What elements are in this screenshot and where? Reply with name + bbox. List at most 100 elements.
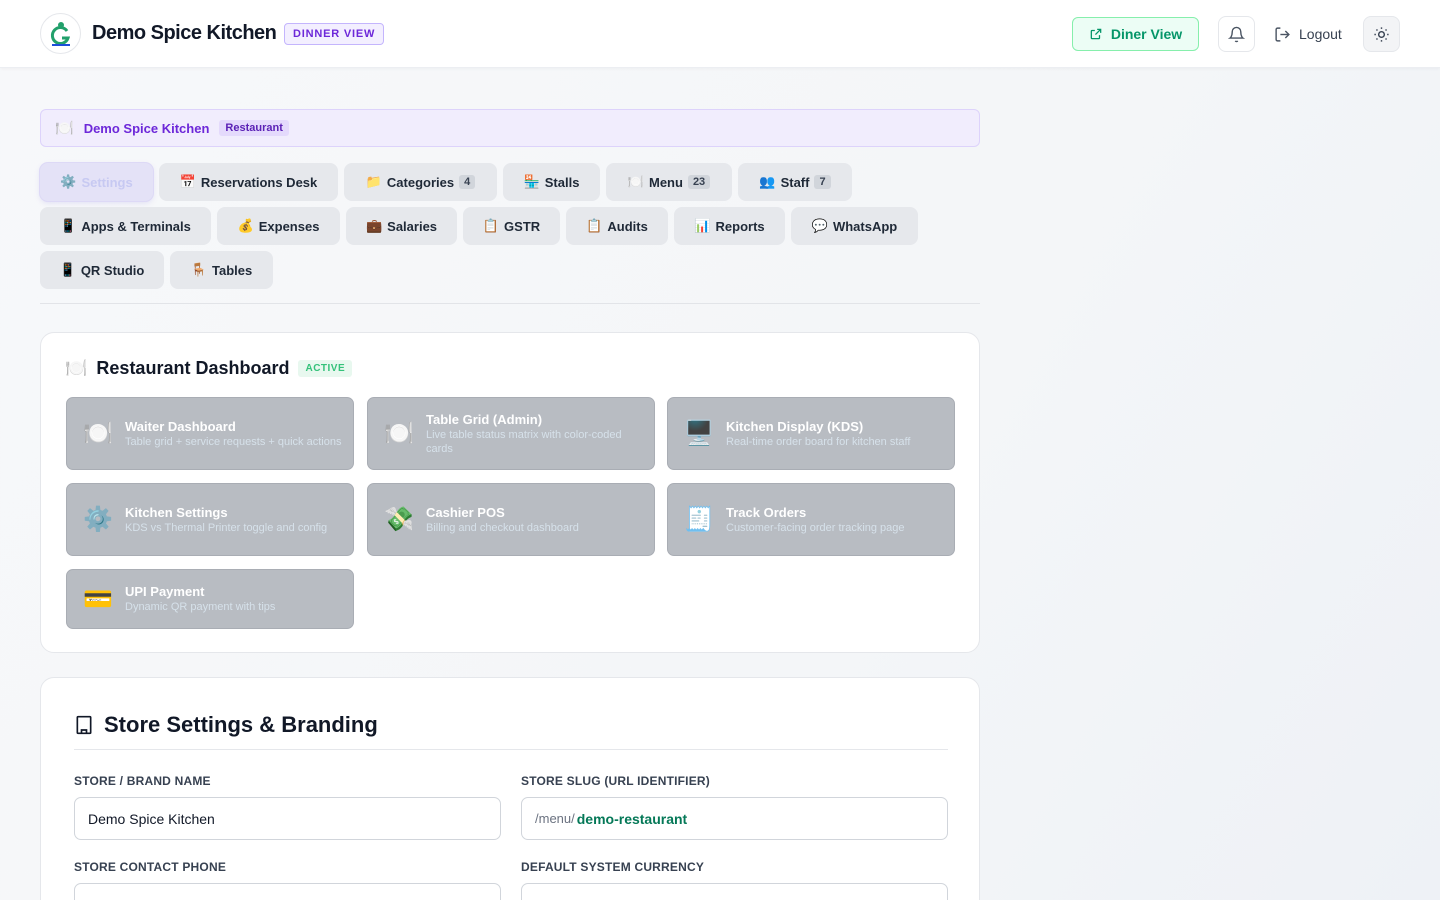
store-title: Demo Spice Kitchen — [92, 22, 277, 44]
tab-label: Reports — [715, 218, 765, 234]
tab-menu[interactable]: 🍽️ Menu 23 — [606, 163, 732, 201]
tab-staff[interactable]: 👥 Staff 7 — [738, 163, 852, 201]
tab-expenses[interactable]: 💰 Expenses — [217, 207, 340, 245]
brand-name-input[interactable]: Demo Spice Kitchen — [74, 797, 501, 840]
tab-label: Categories — [386, 174, 455, 190]
tab-label: Reservations Desk — [200, 174, 318, 190]
tab-reservations-desk[interactable]: 📅 Reservations Desk — [159, 163, 338, 201]
restaurant-dashboard-card: 🍽️ Restaurant Dashboard ACTIVE 🍽️ Waiter… — [40, 332, 980, 653]
receipt-icon: 🧾 — [684, 506, 714, 533]
slug-value: demo-restaurant — [576, 810, 688, 827]
tile-table-grid-admin[interactable]: 🍽️ Table Grid (Admin) Live table status … — [367, 397, 655, 470]
tab-label: Tables — [211, 262, 253, 278]
status-badge: ACTIVE — [298, 360, 353, 377]
tab-settings[interactable]: ⚙️ Settings — [40, 163, 153, 201]
tab-label: Menu — [648, 174, 683, 190]
tile-title: Kitchen Display (KDS) — [726, 418, 864, 434]
tabs-divider — [40, 303, 980, 304]
tile-title: Kitchen Settings — [125, 504, 228, 520]
tab-label: Salaries — [387, 218, 438, 234]
gear-icon: ⚙️ — [83, 506, 113, 533]
tile-kitchen-settings[interactable]: ⚙️ Kitchen Settings KDS vs Thermal Print… — [66, 483, 354, 556]
calendar-icon: 📅 — [179, 174, 196, 189]
tab-label: WhatsApp — [832, 218, 898, 234]
store-slug-input[interactable]: /menu/ demo-restaurant — [521, 797, 948, 840]
money-wings-icon: 💸 — [384, 506, 414, 533]
bell-icon — [1228, 26, 1245, 42]
tab-gstr[interactable]: 📋 GSTR — [463, 207, 560, 245]
gear-icon: ⚙️ — [60, 174, 77, 189]
contact-phone-label: STORE CONTACT PHONE — [74, 860, 227, 874]
currency-label: DEFAULT SYSTEM CURRENCY — [521, 860, 705, 874]
tile-description: Customer-facing order tracking page — [726, 521, 905, 534]
briefcase-icon: 💼 — [365, 218, 383, 233]
slug-prefix: /menu/ — [535, 811, 575, 826]
tile-description: Live table status matrix with color-code… — [426, 428, 622, 455]
tab-label: Settings — [81, 174, 133, 190]
contact-phone-input[interactable] — [74, 883, 501, 900]
tab-reports[interactable]: 📊 Reports — [674, 207, 785, 245]
tab-count-badge: 7 — [814, 175, 831, 189]
section-divider — [74, 749, 948, 750]
tile-cashier-pos[interactable]: 💸 Cashier POS Billing and checkout dashb… — [367, 483, 655, 556]
tile-description: KDS vs Thermal Printer toggle and config — [125, 521, 328, 534]
folder-icon: 📁 — [365, 174, 382, 189]
tab-count-badge: 4 — [459, 175, 476, 189]
diner-view-button[interactable]: Diner View — [1072, 17, 1199, 51]
tab-stalls[interactable]: 🏪 Stalls — [503, 163, 600, 201]
tab-whatsapp[interactable]: 💬 WhatsApp — [791, 207, 918, 245]
notifications-button[interactable] — [1218, 16, 1255, 52]
tab-audits[interactable]: 📋 Audits — [566, 207, 668, 245]
tab-count-badge: 23 — [687, 175, 711, 189]
tile-description: Billing and checkout dashboard — [426, 521, 579, 534]
dashboard-header: 🍽️ Restaurant Dashboard ACTIVE — [65, 358, 353, 379]
tab-label: GSTR — [504, 218, 541, 234]
credit-card-icon: 💳 — [83, 585, 113, 613]
tab-tables[interactable]: 🪑 Tables — [170, 251, 273, 289]
store-settings-title: Store Settings & Branding — [104, 712, 378, 737]
currency-select[interactable] — [521, 883, 948, 900]
tile-description: Table grid + service requests + quick ac… — [125, 435, 342, 448]
tab-label: Stalls — [544, 174, 580, 190]
external-link-icon — [1090, 28, 1102, 40]
logout-icon — [1275, 26, 1290, 42]
logout-button[interactable]: Logout — [1274, 22, 1342, 46]
tab-label: QR Studio — [80, 262, 145, 278]
store-slug-label: STORE SLUG (URL IDENTIFIER) — [521, 774, 710, 788]
logo-mark-icon — [50, 21, 70, 46]
tile-upi-payment[interactable]: 💳 UPI Payment Dynamic QR payment with ti… — [66, 569, 354, 629]
dashboard-title: Restaurant Dashboard — [96, 358, 290, 378]
tab-categories[interactable]: 📁 Categories 4 — [344, 163, 497, 201]
money-bag-icon: 💰 — [237, 218, 254, 233]
bar-chart-icon: 📊 — [694, 218, 711, 233]
tab-label: Apps & Terminals — [81, 218, 191, 234]
brand-logo — [40, 13, 81, 54]
plate-icon: 🍽️ — [55, 120, 74, 137]
tile-waiter-dashboard[interactable]: 🍽️ Waiter Dashboard Table grid + service… — [66, 397, 354, 470]
tab-label: Audits — [607, 218, 648, 234]
view-mode-badge: DINNER VIEW — [284, 23, 385, 45]
tile-title: UPI Payment — [125, 584, 205, 599]
brand-name-label: STORE / BRAND NAME — [74, 774, 211, 788]
plate-icon: 🍽️ — [65, 358, 88, 378]
tab-apps-terminals[interactable]: 📱 Apps & Terminals — [40, 207, 211, 245]
plate-icon: 🍽️ — [83, 420, 113, 447]
tab-qr-studio[interactable]: 📱 QR Studio — [40, 251, 164, 289]
theme-toggle-button[interactable] — [1363, 16, 1400, 52]
tile-kitchen-display[interactable]: 🖥️ Kitchen Display (KDS) Real-time order… — [667, 397, 955, 470]
tile-title: Track Orders — [726, 504, 807, 520]
tile-title: Table Grid (Admin) — [426, 411, 543, 427]
restaurant-banner: 🍽️ Demo Spice Kitchen Restaurant — [40, 109, 980, 147]
chair-icon: 🪑 — [190, 262, 207, 277]
tile-track-orders[interactable]: 🧾 Track Orders Customer-facing order tra… — [667, 483, 955, 556]
plate-icon: 🍽️ — [627, 174, 644, 189]
tile-description: Real-time order board for kitchen staff — [726, 435, 911, 448]
tab-label: Expenses — [258, 218, 320, 234]
tab-salaries[interactable]: 💼 Salaries — [346, 207, 457, 245]
diner-view-label: Diner View — [1110, 26, 1183, 42]
monitor-icon: 🖥️ — [684, 420, 714, 447]
tile-title: Cashier POS — [426, 504, 505, 520]
restaurant-type-badge: Restaurant — [219, 120, 289, 136]
top-header: Demo Spice Kitchen DINNER VIEW Diner Vie… — [0, 0, 1440, 68]
store-icon: 🏪 — [523, 174, 540, 189]
